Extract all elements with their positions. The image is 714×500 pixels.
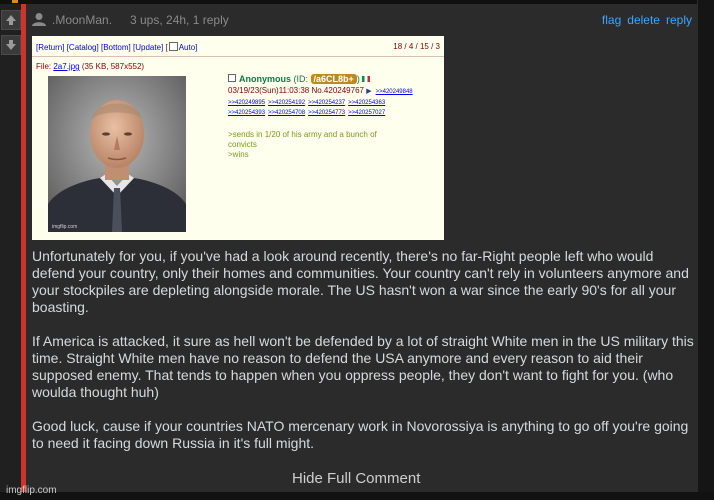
comment: .MoonMan. 3 ups, 24h, 1 reply flag delete… — [26, 4, 697, 492]
comment-actions: flag delete reply — [596, 13, 692, 27]
scroll-gutter — [697, 0, 714, 500]
backlink: >>420254708 — [268, 110, 306, 116]
backlink: >>420254192 — [268, 100, 306, 106]
menu-triangle-icon: ▶ — [366, 88, 372, 95]
comment-body: Unfortunately for you, if you've had a l… — [32, 248, 694, 469]
backlink: >>420249895 — [228, 100, 266, 106]
file-details: (35 KB, 587x552) — [79, 62, 145, 71]
backlinks: >>420249895 >>420254192 >>420254237 >>42025… — [228, 98, 442, 118]
id-suffix: ) — [356, 74, 360, 84]
arrow-down-icon — [6, 40, 16, 50]
comment-meta: 3 ups, 24h, 1 reply — [130, 13, 229, 27]
backlink: >>420254393 — [228, 110, 266, 116]
thread-nav: [Return] [Catalog] [Bottom] [Update] [ Au… — [36, 42, 197, 52]
greentext-line: convicts — [228, 140, 257, 149]
post-greentext: >sends in 1/20 of his army and a bunch o… — [228, 130, 428, 160]
file-prefix: File: — [36, 62, 54, 71]
nav-bracket: [ — [165, 43, 168, 52]
backlink: >>420254237 — [308, 100, 346, 106]
italy-flag-icon — [361, 76, 370, 82]
comment-paragraph: If America is attacked, it sure as hell … — [32, 333, 694, 400]
imgflip-watermark: imgflip.com — [6, 485, 57, 496]
greentext-line: >wins — [228, 150, 249, 159]
post-photo: imgflip.com — [48, 76, 186, 232]
comment-header: .MoonMan. 3 ups, 24h, 1 reply flag delete… — [32, 12, 692, 28]
backlink: >>420254363 — [348, 100, 386, 106]
comment-paragraph: Good luck, cause if your countries NATO … — [32, 418, 689, 451]
nav-auto: Auto] — [178, 43, 198, 52]
embedded-image[interactable]: [Return] [Catalog] [Bottom] [Update] [ Au… — [32, 36, 444, 240]
backlink: >>420257027 — [348, 110, 386, 116]
thread-stats: 18 / 4 / 15 / 3 — [393, 42, 440, 51]
bottom-bar — [0, 492, 714, 500]
portrait-image — [48, 76, 186, 232]
upvote-button[interactable] — [1, 10, 21, 30]
thread-divider — [32, 56, 444, 57]
hide-full-comment-button[interactable]: Hide Full Comment — [292, 470, 420, 487]
nav-catalog: [Catalog] — [66, 43, 99, 52]
file-link: 2a7.jpg — [53, 62, 80, 71]
top-indicator — [12, 0, 18, 3]
poster-id: /a6CL8b+ — [310, 74, 357, 84]
nav-update: [Update] — [133, 43, 164, 52]
flag-link[interactable]: flag — [602, 13, 621, 27]
downvote-button[interactable] — [1, 35, 21, 55]
reply-backlink: >>420249848 — [375, 89, 413, 95]
auto-checkbox — [168, 42, 178, 51]
delete-link[interactable]: delete — [627, 13, 660, 27]
page: .MoonMan. 3 ups, 24h, 1 reply flag delete… — [0, 0, 714, 500]
image-watermark: imgflip.com — [52, 224, 78, 230]
post-header: Anonymous (ID: /a6CL8b+) — [228, 74, 370, 84]
nav-return: [Return] — [36, 43, 65, 52]
user-avatar-icon[interactable] — [32, 12, 46, 26]
username[interactable]: .MoonMan. — [52, 13, 112, 27]
reply-link[interactable]: reply — [666, 13, 692, 27]
nav-bottom: [Bottom] — [100, 43, 131, 52]
greentext-line: >sends in 1/20 of his army and a bunch o… — [228, 130, 377, 139]
post-checkbox — [228, 74, 236, 82]
backlink: >>420254773 — [308, 110, 346, 116]
id-prefix: (ID: — [293, 74, 311, 84]
poster-name: Anonymous — [239, 74, 292, 84]
post-datetime: 03/19/23(Sun)11:03:38 No.420249767 — [228, 86, 364, 95]
vote-column — [0, 8, 21, 60]
post-date: 03/19/23(Sun)11:03:38 No.420249767 ▶ >>42… — [228, 86, 413, 95]
arrow-up-icon — [6, 15, 16, 25]
file-info: File: 2a7.jpg (35 KB, 587x552) — [36, 62, 144, 71]
comment-paragraph: Unfortunately for you, if you've had a l… — [32, 248, 689, 315]
